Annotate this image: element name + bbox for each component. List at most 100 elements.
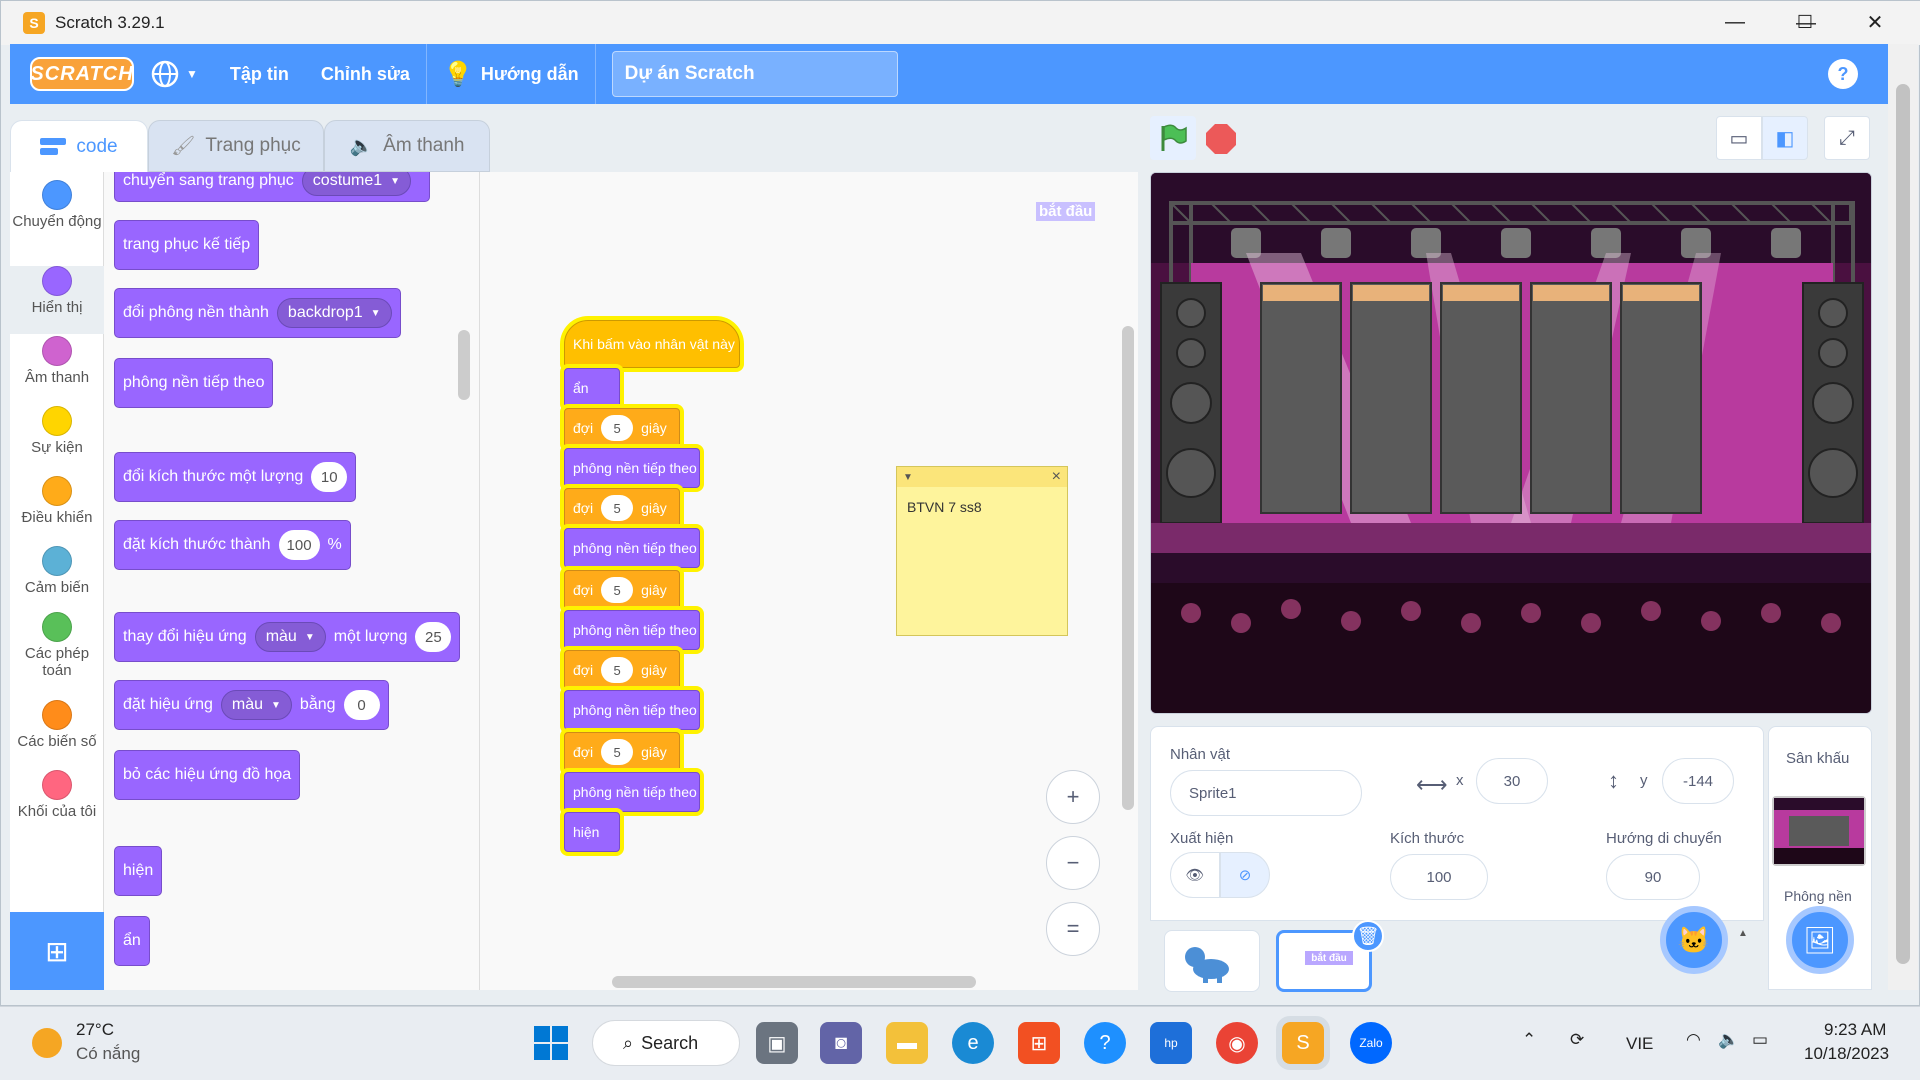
volume-icon[interactable]: 🔈: [1718, 1030, 1739, 1050]
wait-input[interactable]: 5: [601, 495, 634, 521]
teams-icon[interactable]: ◙: [820, 1022, 862, 1064]
block-switch-backdrop[interactable]: đổi phông nền thành backdrop1 ▼: [114, 288, 401, 338]
maximize-icon[interactable]: ☐: [1770, 0, 1840, 44]
show-hidden-button[interactable]: ⊘: [1220, 852, 1270, 898]
category-sound[interactable]: Âm thanh: [10, 336, 104, 404]
script-next-backdrop-block[interactable]: phông nền tiếp theo: [564, 610, 700, 650]
minimize-icon[interactable]: —: [1700, 0, 1770, 44]
script-show-block[interactable]: hiện: [564, 812, 620, 852]
size-input[interactable]: 100: [1390, 854, 1488, 900]
wait-input[interactable]: 5: [601, 415, 634, 441]
effect-change-input[interactable]: 25: [415, 622, 452, 652]
language-indicator[interactable]: VIE: [1626, 1034, 1653, 1054]
chevron-down-icon[interactable]: ▼: [903, 472, 913, 483]
effect-set-input[interactable]: 0: [343, 690, 380, 720]
effect-dropdown[interactable]: màu ▼: [220, 690, 292, 720]
scrollbar-thumb[interactable]: [1896, 84, 1910, 964]
start-icon[interactable]: [530, 1022, 572, 1064]
close-icon[interactable]: ✕: [1840, 0, 1910, 44]
zalo-icon[interactable]: Zalo: [1350, 1022, 1392, 1064]
tab-costumes[interactable]: 🖌 Trang phục: [148, 120, 324, 172]
costume-dropdown[interactable]: costume1 ▼: [301, 172, 412, 196]
note-text[interactable]: BTVN 7 ss8: [897, 487, 1067, 527]
sprite-list-scroll-up-icon[interactable]: ▲: [1738, 928, 1750, 940]
delete-sprite-icon[interactable]: 🗑: [1352, 920, 1384, 952]
language-menu[interactable]: ▼: [134, 44, 214, 104]
block-switch-costume[interactable]: chuyển sang trang phục costume1 ▼: [114, 172, 430, 202]
fullscreen-button[interactable]: ⤢: [1824, 116, 1870, 160]
help-icon[interactable]: ?: [1828, 59, 1858, 89]
block-next-costume[interactable]: trang phục kế tiếp: [114, 220, 260, 270]
block-change-size[interactable]: đổi kích thước một lượng 10: [114, 452, 357, 502]
category-sensing[interactable]: Cảm biến: [10, 546, 104, 614]
add-sprite-button[interactable]: 🐱: [1660, 906, 1728, 974]
workspace-horizontal-scrollbar[interactable]: [612, 976, 976, 988]
help-app-icon[interactable]: ?: [1084, 1022, 1126, 1064]
direction-input[interactable]: 90: [1606, 854, 1700, 900]
file-menu[interactable]: Tập tin: [214, 44, 305, 104]
tab-code[interactable]: code: [10, 120, 148, 172]
wifi-icon[interactable]: ◠: [1686, 1030, 1701, 1050]
zoom-reset-button[interactable]: =: [1046, 902, 1100, 956]
script-next-backdrop-block[interactable]: phông nền tiếp theo: [564, 690, 700, 730]
small-stage-button[interactable]: ▭: [1716, 116, 1762, 160]
weather-sun-icon[interactable]: [32, 1028, 62, 1058]
script-next-backdrop-block[interactable]: phông nền tiếp theo: [564, 528, 700, 568]
stop-icon[interactable]: [1206, 124, 1236, 154]
category-control[interactable]: Điều khiển: [10, 476, 104, 544]
script-wait-block[interactable]: đợi 5 giây: [564, 650, 680, 690]
wait-input[interactable]: 5: [601, 657, 634, 683]
ms-store-icon[interactable]: ⊞: [1018, 1022, 1060, 1064]
large-stage-button[interactable]: ◧: [1762, 116, 1808, 160]
y-input[interactable]: -144: [1662, 758, 1734, 804]
wait-input[interactable]: 5: [601, 739, 634, 765]
backdrop-thumbnail[interactable]: [1772, 796, 1866, 866]
workspace-vertical-scrollbar[interactable]: [1122, 326, 1134, 810]
size-set-input[interactable]: 100: [278, 530, 320, 560]
file-explorer-icon[interactable]: ▬: [886, 1022, 928, 1064]
zoom-in-button[interactable]: +: [1046, 770, 1100, 824]
sprite-name-input[interactable]: Sprite1: [1170, 770, 1362, 816]
add-backdrop-button[interactable]: 🖼: [1786, 906, 1854, 974]
sprite-thumbnail-dog[interactable]: [1164, 930, 1260, 992]
script-wait-block[interactable]: đợi 5 giây: [564, 732, 680, 772]
show-visible-button[interactable]: 👁: [1170, 852, 1220, 898]
edit-menu[interactable]: Chỉnh sửa: [305, 44, 426, 104]
x-input[interactable]: 30: [1476, 758, 1548, 804]
script-wait-block[interactable]: đợi 5 giây: [564, 408, 680, 448]
scratch-taskbar-icon[interactable]: S: [1276, 1016, 1330, 1070]
clock-date[interactable]: 10/18/2023: [1804, 1044, 1889, 1064]
comment-note[interactable]: ▼ × BTVN 7 ss8: [896, 466, 1068, 636]
block-change-effect[interactable]: thay đổi hiệu ứng màu ▼ một lượng 25: [114, 612, 461, 662]
window-scrollbar[interactable]: [1888, 44, 1918, 990]
category-events[interactable]: Sự kiện: [10, 406, 104, 474]
green-flag-button[interactable]: [1150, 116, 1196, 160]
weather-temp[interactable]: 27°C: [76, 1020, 114, 1040]
note-close-icon[interactable]: ×: [1052, 468, 1061, 486]
block-set-size[interactable]: đặt kích thước thành 100 %: [114, 520, 351, 570]
category-my-blocks[interactable]: Khối của tôi: [10, 770, 104, 838]
effect-dropdown[interactable]: màu ▼: [254, 622, 326, 652]
wait-input[interactable]: 5: [601, 577, 634, 603]
sync-icon[interactable]: ⟳: [1570, 1030, 1584, 1050]
palette-scrollbar[interactable]: [458, 330, 470, 400]
script-wait-block[interactable]: đợi 5 giây: [564, 488, 680, 528]
block-show[interactable]: hiện: [114, 846, 163, 896]
chrome-icon[interactable]: ◉: [1216, 1022, 1258, 1064]
size-change-input[interactable]: 10: [311, 462, 348, 492]
taskbar-search[interactable]: ⌕ Search: [592, 1020, 740, 1066]
block-next-backdrop[interactable]: phông nền tiếp theo: [114, 358, 274, 408]
script-hide-block[interactable]: ẩn: [564, 368, 620, 408]
weather-desc[interactable]: Có nắng: [76, 1044, 140, 1064]
scratch-logo[interactable]: SCRATCH: [30, 57, 134, 91]
zoom-out-button[interactable]: −: [1046, 836, 1100, 890]
tray-chevron-up-icon[interactable]: ⌃: [1522, 1030, 1536, 1050]
task-view-icon[interactable]: ▣: [756, 1022, 798, 1064]
project-title-input[interactable]: Dự án Scratch: [611, 51, 898, 97]
category-looks[interactable]: Hiển thị: [10, 266, 104, 334]
script-wait-block[interactable]: đợi 5 giây: [564, 570, 680, 610]
stage-canvas[interactable]: [1150, 172, 1872, 714]
battery-icon[interactable]: ▭: [1752, 1030, 1768, 1050]
category-operators[interactable]: Các phép toán: [10, 612, 104, 696]
category-motion[interactable]: Chuyển động: [10, 180, 104, 248]
